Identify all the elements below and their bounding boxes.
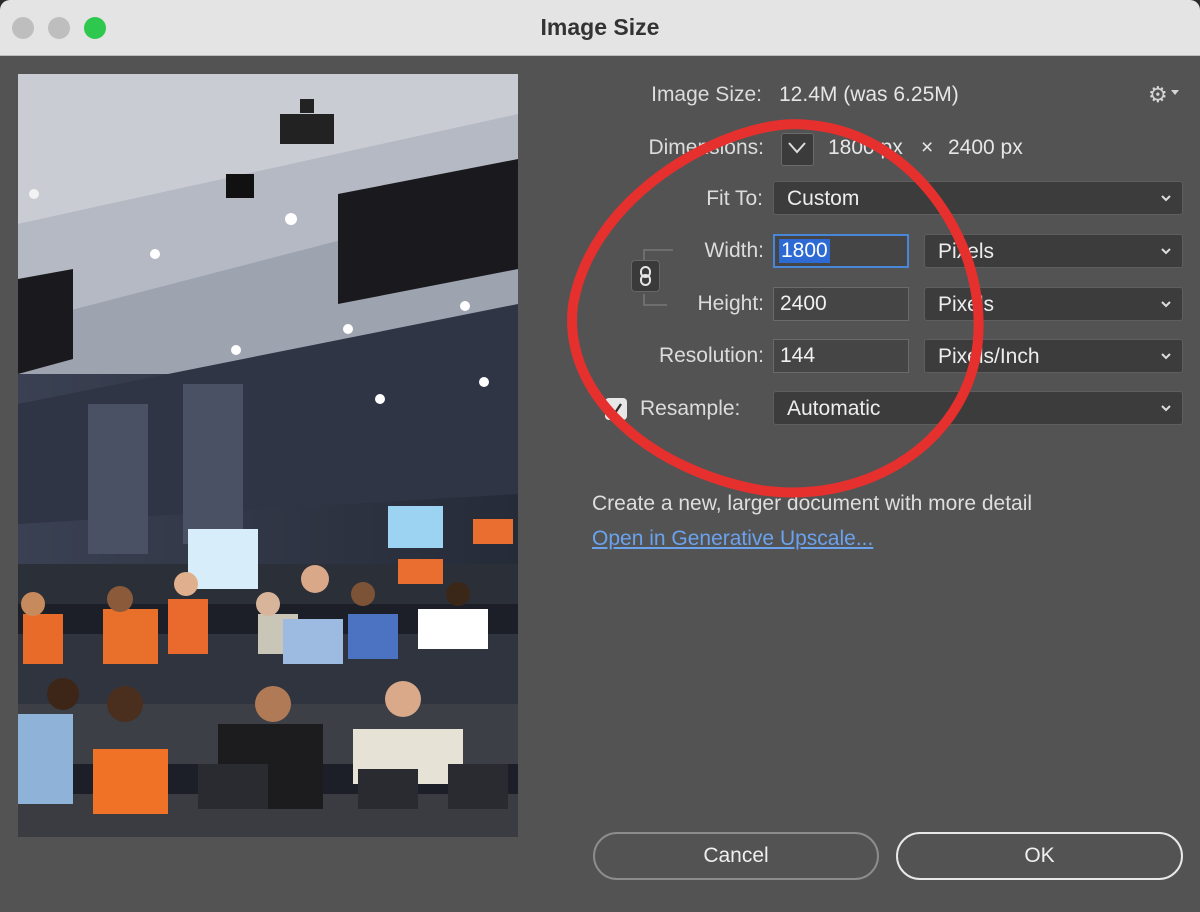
- constrain-proportions-toggle[interactable]: [631, 260, 660, 292]
- dimensions-height-value: 2400 px: [948, 136, 1023, 159]
- chevron-down-icon: [1161, 248, 1171, 255]
- fit-to-select[interactable]: Custom: [773, 181, 1183, 215]
- title-bar: Image Size: [0, 0, 1200, 56]
- dimensions-label: Dimensions:: [648, 136, 764, 159]
- dialog-title: Image Size: [540, 14, 660, 40]
- upscale-description: Create a new, larger document with more …: [592, 492, 1033, 515]
- chevron-down-icon: [1161, 301, 1171, 308]
- resolution-unit-select[interactable]: Pixels/Inch: [924, 339, 1183, 373]
- cancel-button[interactable]: Cancel: [593, 832, 879, 880]
- dimensions-times-sign: ×: [921, 136, 934, 159]
- checkmark-icon: [610, 403, 622, 415]
- height-unit-select[interactable]: Pixels: [924, 287, 1183, 321]
- height-value: 2400: [780, 292, 827, 315]
- resolution-label: Resolution:: [658, 344, 764, 367]
- chevron-down-icon: [1161, 195, 1171, 202]
- resolution-value: 144: [780, 344, 816, 367]
- link-chain-icon: [640, 266, 651, 286]
- ok-button[interactable]: OK: [896, 832, 1183, 880]
- resolution-unit-value: Pixels/Inch: [938, 345, 1040, 368]
- chevron-down-icon: [788, 142, 806, 154]
- resample-method-value: Automatic: [787, 397, 881, 420]
- fit-to-label: Fit To:: [706, 187, 763, 210]
- chevron-down-icon: [1161, 353, 1171, 360]
- resample-checkbox[interactable]: [605, 398, 627, 420]
- gear-menu-caret-icon: [1171, 90, 1179, 95]
- width-unit-value: Pixels: [938, 240, 995, 263]
- generative-upscale-link[interactable]: Open in Generative Upscale...: [592, 527, 873, 551]
- fit-to-value: Custom: [787, 187, 860, 210]
- chevron-down-icon: [1161, 405, 1171, 412]
- gear-icon[interactable]: ⚙: [1148, 82, 1168, 108]
- image-size-dialog: Image Size Image Size: 12.4M (was 6.25M)…: [0, 0, 1200, 912]
- height-unit-value: Pixels: [938, 293, 995, 316]
- resample-method-select[interactable]: Automatic: [773, 391, 1183, 425]
- width-input[interactable]: 1800: [773, 234, 909, 268]
- image-size-value: 12.4M (was 6.25M): [779, 83, 959, 106]
- height-input[interactable]: 2400: [773, 287, 909, 321]
- width-value: 1800: [779, 239, 830, 263]
- dimensions-width-value: 1800 px: [828, 136, 903, 159]
- dimensions-units-button[interactable]: [781, 133, 814, 166]
- image-size-label: Image Size:: [651, 83, 762, 106]
- image-preview[interactable]: [18, 74, 518, 837]
- lecture-hall-photo: [18, 74, 518, 837]
- resample-label: Resample:: [640, 397, 741, 420]
- resolution-input[interactable]: 144: [773, 339, 909, 373]
- width-unit-select[interactable]: Pixels: [924, 234, 1183, 268]
- width-label: Width:: [704, 239, 764, 262]
- height-label: Height:: [697, 292, 764, 315]
